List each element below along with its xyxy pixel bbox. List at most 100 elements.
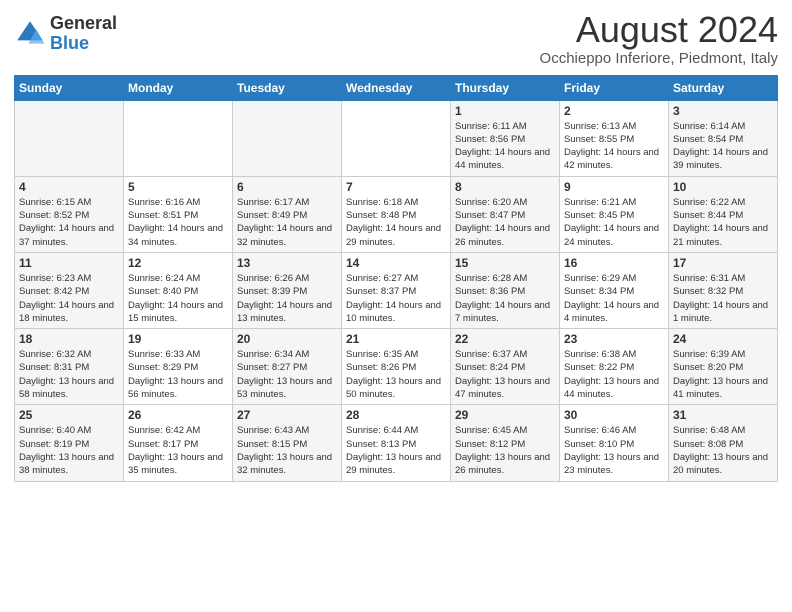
day-info: Sunrise: 6:18 AM Sunset: 8:48 PM Dayligh… — [346, 196, 446, 249]
calendar-cell — [233, 100, 342, 176]
day-info: Sunrise: 6:17 AM Sunset: 8:49 PM Dayligh… — [237, 196, 337, 249]
calendar-cell: 5Sunrise: 6:16 AM Sunset: 8:51 PM Daylig… — [124, 176, 233, 252]
day-number: 24 — [673, 332, 773, 346]
title-month: August 2024 — [540, 10, 778, 50]
calendar-cell: 10 Sunrise: 6:22 AM Sunset: 8:44 PM Dayli… — [669, 176, 778, 252]
day-number: 7 — [346, 180, 446, 194]
calendar-cell: 6 Sunrise: 6:17 AM Sunset: 8:49 PM Daylig… — [233, 176, 342, 252]
day-number: 23 — [564, 332, 664, 346]
day-info: Sunrise: 6:38 AM Sunset: 8:22 PM Dayligh… — [564, 348, 664, 401]
day-number: 19 — [128, 332, 228, 346]
logo-text: General Blue — [50, 14, 117, 54]
day-info: Sunrise: 6:27 AM Sunset: 8:37 PM Dayligh… — [346, 272, 446, 325]
calendar-cell: 2Sunrise: 6:13 AM Sunset: 8:55 PM Daylig… — [560, 100, 669, 176]
day-info: Sunrise: 6:24 AM Sunset: 8:40 PM Dayligh… — [128, 272, 228, 325]
day-number: 17 — [673, 256, 773, 270]
day-info: Sunrise: 6:22 AM Sunset: 8:44 PM Dayligh… — [673, 196, 773, 249]
col-sunday: Sunday — [15, 75, 124, 100]
calendar-week-4: 18Sunrise: 6:32 AM Sunset: 8:31 PM Dayli… — [15, 329, 778, 405]
calendar-cell: 24 Sunrise: 6:39 AM Sunset: 8:20 PM Dayli… — [669, 329, 778, 405]
calendar-cell: 15Sunrise: 6:28 AM Sunset: 8:36 PM Dayli… — [451, 252, 560, 328]
calendar-cell: 1 Sunrise: 6:11 AM Sunset: 8:56 PM Daylig… — [451, 100, 560, 176]
calendar-week-1: 1 Sunrise: 6:11 AM Sunset: 8:56 PM Daylig… — [15, 100, 778, 176]
header: General Blue August 2024 Occhieppo Infer… — [14, 10, 778, 67]
calendar-cell — [15, 100, 124, 176]
col-friday: Friday — [560, 75, 669, 100]
calendar-table: Sunday Monday Tuesday Wednesday Thursday… — [14, 75, 778, 482]
calendar-cell: 16Sunrise: 6:29 AM Sunset: 8:34 PM Dayli… — [560, 252, 669, 328]
calendar-cell: 13Sunrise: 6:26 AM Sunset: 8:39 PM Dayli… — [233, 252, 342, 328]
logo-general: General — [50, 14, 117, 34]
day-number: 10 — [673, 180, 773, 194]
calendar-cell: 12 Sunrise: 6:24 AM Sunset: 8:40 PM Dayli… — [124, 252, 233, 328]
col-tuesday: Tuesday — [233, 75, 342, 100]
day-info: Sunrise: 6:45 AM Sunset: 8:12 PM Dayligh… — [455, 424, 555, 477]
col-monday: Monday — [124, 75, 233, 100]
day-info: Sunrise: 6:11 AM Sunset: 8:56 PM Dayligh… — [455, 120, 555, 173]
calendar-week-5: 25Sunrise: 6:40 AM Sunset: 8:19 PM Dayli… — [15, 405, 778, 481]
calendar-header-row: Sunday Monday Tuesday Wednesday Thursday… — [15, 75, 778, 100]
day-info: Sunrise: 6:20 AM Sunset: 8:47 PM Dayligh… — [455, 196, 555, 249]
day-info: Sunrise: 6:43 AM Sunset: 8:15 PM Dayligh… — [237, 424, 337, 477]
day-number: 18 — [19, 332, 119, 346]
day-info: Sunrise: 6:23 AM Sunset: 8:42 PM Dayligh… — [19, 272, 119, 325]
col-saturday: Saturday — [669, 75, 778, 100]
day-number: 28 — [346, 408, 446, 422]
calendar-cell: 25Sunrise: 6:40 AM Sunset: 8:19 PM Dayli… — [15, 405, 124, 481]
calendar-cell: 31Sunrise: 6:48 AM Sunset: 8:08 PM Dayli… — [669, 405, 778, 481]
calendar-cell: 8 Sunrise: 6:20 AM Sunset: 8:47 PM Daylig… — [451, 176, 560, 252]
day-number: 15 — [455, 256, 555, 270]
day-info: Sunrise: 6:15 AM Sunset: 8:52 PM Dayligh… — [19, 196, 119, 249]
day-info: Sunrise: 6:37 AM Sunset: 8:24 PM Dayligh… — [455, 348, 555, 401]
day-number: 20 — [237, 332, 337, 346]
logo-icon — [14, 18, 46, 50]
calendar-cell: 20 Sunrise: 6:34 AM Sunset: 8:27 PM Dayli… — [233, 329, 342, 405]
day-number: 1 — [455, 104, 555, 118]
calendar-cell: 7 Sunrise: 6:18 AM Sunset: 8:48 PM Daylig… — [342, 176, 451, 252]
calendar-week-2: 4 Sunrise: 6:15 AM Sunset: 8:52 PM Daylig… — [15, 176, 778, 252]
day-info: Sunrise: 6:34 AM Sunset: 8:27 PM Dayligh… — [237, 348, 337, 401]
calendar-cell: 21 Sunrise: 6:35 AM Sunset: 8:26 PM Dayli… — [342, 329, 451, 405]
day-number: 26 — [128, 408, 228, 422]
calendar-cell: 4 Sunrise: 6:15 AM Sunset: 8:52 PM Daylig… — [15, 176, 124, 252]
calendar-cell: 30Sunrise: 6:46 AM Sunset: 8:10 PM Dayli… — [560, 405, 669, 481]
day-number: 12 — [128, 256, 228, 270]
day-info: Sunrise: 6:42 AM Sunset: 8:17 PM Dayligh… — [128, 424, 228, 477]
calendar-cell — [124, 100, 233, 176]
calendar-cell: 18Sunrise: 6:32 AM Sunset: 8:31 PM Dayli… — [15, 329, 124, 405]
calendar-cell: 22 Sunrise: 6:37 AM Sunset: 8:24 PM Dayli… — [451, 329, 560, 405]
calendar-cell — [342, 100, 451, 176]
day-info: Sunrise: 6:46 AM Sunset: 8:10 PM Dayligh… — [564, 424, 664, 477]
day-info: Sunrise: 6:48 AM Sunset: 8:08 PM Dayligh… — [673, 424, 773, 477]
day-number: 6 — [237, 180, 337, 194]
calendar-cell: 26 Sunrise: 6:42 AM Sunset: 8:17 PM Dayli… — [124, 405, 233, 481]
col-wednesday: Wednesday — [342, 75, 451, 100]
day-number: 4 — [19, 180, 119, 194]
day-info: Sunrise: 6:35 AM Sunset: 8:26 PM Dayligh… — [346, 348, 446, 401]
calendar-cell: 29 Sunrise: 6:45 AM Sunset: 8:12 PM Dayli… — [451, 405, 560, 481]
calendar-cell: 23 Sunrise: 6:38 AM Sunset: 8:22 PM Dayli… — [560, 329, 669, 405]
day-number: 8 — [455, 180, 555, 194]
day-number: 21 — [346, 332, 446, 346]
day-number: 5 — [128, 180, 228, 194]
page: General Blue August 2024 Occhieppo Infer… — [0, 0, 792, 612]
day-number: 2 — [564, 104, 664, 118]
title-section: August 2024 Occhieppo Inferiore, Piedmon… — [540, 10, 778, 67]
day-number: 29 — [455, 408, 555, 422]
day-number: 14 — [346, 256, 446, 270]
day-number: 13 — [237, 256, 337, 270]
logo-blue: Blue — [50, 34, 117, 54]
day-number: 22 — [455, 332, 555, 346]
calendar-cell: 11 Sunrise: 6:23 AM Sunset: 8:42 PM Dayli… — [15, 252, 124, 328]
day-info: Sunrise: 6:39 AM Sunset: 8:20 PM Dayligh… — [673, 348, 773, 401]
day-info: Sunrise: 6:44 AM Sunset: 8:13 PM Dayligh… — [346, 424, 446, 477]
calendar-cell: 28 Sunrise: 6:44 AM Sunset: 8:13 PM Dayli… — [342, 405, 451, 481]
day-number: 9 — [564, 180, 664, 194]
day-info: Sunrise: 6:40 AM Sunset: 8:19 PM Dayligh… — [19, 424, 119, 477]
day-number: 11 — [19, 256, 119, 270]
day-info: Sunrise: 6:14 AM Sunset: 8:54 PM Dayligh… — [673, 120, 773, 173]
title-location: Occhieppo Inferiore, Piedmont, Italy — [540, 50, 778, 67]
col-thursday: Thursday — [451, 75, 560, 100]
day-info: Sunrise: 6:29 AM Sunset: 8:34 PM Dayligh… — [564, 272, 664, 325]
calendar-cell: 19Sunrise: 6:33 AM Sunset: 8:29 PM Dayli… — [124, 329, 233, 405]
